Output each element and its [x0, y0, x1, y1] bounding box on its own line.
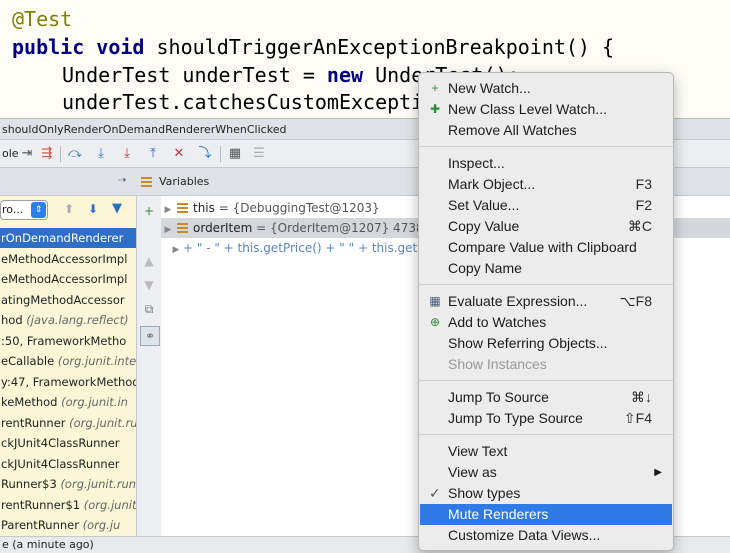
- menu-item-new-class-level-watch[interactable]: ✚ New Class Level Watch...: [420, 99, 672, 120]
- chevron-updown-icon: ⇕: [31, 202, 46, 218]
- add-watch-icon: ⊕: [429, 315, 441, 329]
- console-tab-label[interactable]: ole: [2, 147, 19, 160]
- show-execution-point-icon[interactable]: ⇶: [38, 145, 56, 163]
- evaluate-expression-icon[interactable]: ▦: [226, 145, 244, 163]
- new-watch-icon[interactable]: +: [140, 202, 158, 220]
- class-watch-icon: ✚: [429, 102, 441, 116]
- menu-item-jump-to-type-source[interactable]: Jump To Type Source ⇧F4: [420, 408, 672, 429]
- down-icon[interactable]: ▼: [140, 276, 158, 294]
- frame-row[interactable]: atingMethodAccessor: [0, 290, 136, 310]
- frame-row-selected[interactable]: rOnDemandRenderer: [0, 228, 136, 248]
- menu-item-jump-to-source[interactable]: Jump To Source ⌘↓: [420, 387, 672, 408]
- expand-triangle-icon[interactable]: ▶: [161, 220, 175, 240]
- arrow-icon[interactable]: ⇥: [18, 145, 36, 163]
- watches-toggle-icon[interactable]: ⚭: [140, 326, 160, 346]
- pin-icon[interactable]: ⇢: [118, 175, 126, 186]
- trace-icon[interactable]: ☰: [250, 145, 268, 163]
- filter-icon[interactable]: ▼: [112, 201, 122, 216]
- menu-item-add-to-watches[interactable]: ⊕ Add to Watches: [420, 312, 672, 333]
- menu-item-new-watch[interactable]: + New Watch...: [420, 78, 672, 99]
- up-icon[interactable]: ▲: [140, 252, 158, 270]
- field-icon: [177, 203, 188, 213]
- frame-row[interactable]: eMethodAccessorImpl: [0, 269, 136, 289]
- calculator-icon: ▦: [429, 294, 441, 308]
- menu-item-show-types[interactable]: ✓ Show types: [420, 483, 672, 504]
- expand-triangle-icon[interactable]: ▶: [161, 200, 175, 220]
- menu-item-show-instances: Show Instances: [448, 356, 547, 372]
- frame-row[interactable]: rentRunner$1 (org.junit: [0, 495, 136, 515]
- up-arrow-icon[interactable]: ⬆: [64, 202, 74, 216]
- menu-item-mute-renderers[interactable]: Mute Renderers: [420, 504, 672, 525]
- submenu-arrow-icon: ▶: [654, 467, 662, 478]
- frame-row[interactable]: y:47, FrameworkMethod: [0, 372, 136, 392]
- menu-item-copy-name[interactable]: Copy Name: [420, 258, 672, 279]
- code-annotation: @Test: [12, 7, 73, 31]
- variables-gutter: + ▲ ▼ ⧉ ⚭: [137, 196, 162, 536]
- run-to-cursor-icon[interactable]: ⤵: [196, 145, 214, 163]
- menu-item-view-as[interactable]: View as ▶: [420, 462, 672, 483]
- step-out-icon[interactable]: ⤒: [144, 145, 162, 163]
- frame-row[interactable]: eMethodAccessorImpl: [0, 249, 136, 269]
- context-menu: + New Watch... ✚ New Class Level Watch..…: [418, 72, 674, 551]
- variables-label: Variables: [159, 175, 210, 188]
- menu-item-remove-all-watches[interactable]: Remove All Watches: [420, 120, 672, 141]
- force-step-into-icon[interactable]: ⤓: [118, 145, 136, 163]
- drop-frame-icon[interactable]: ✕: [170, 145, 188, 163]
- menu-item-copy-value[interactable]: Copy Value ⌘C: [420, 216, 672, 237]
- menu-item-view-text[interactable]: View Text: [420, 441, 672, 462]
- frame-row[interactable]: :50, FrameworkMetho: [0, 331, 136, 351]
- frame-row[interactable]: Runner$3 (org.junit.run: [0, 474, 136, 494]
- down-arrow-icon[interactable]: ⬇: [88, 202, 98, 216]
- frame-row[interactable]: hod (java.lang.reflect): [0, 310, 136, 330]
- frame-row[interactable]: ckJUnit4ClassRunner: [0, 433, 136, 453]
- copy-icon[interactable]: ⧉: [140, 300, 158, 318]
- frames-list[interactable]: ro... ⇕ ⬆ ⬇ ▼ rOnDemandRenderer eMethodAc…: [0, 196, 137, 536]
- step-into-icon[interactable]: ⤓: [92, 145, 110, 163]
- menu-item-evaluate-expression[interactable]: ▦ Evaluate Expression... ⌥F8: [420, 291, 672, 312]
- thread-selector[interactable]: ro... ⇕: [0, 200, 48, 220]
- code-line-method-signature: public void shouldTriggerAnExceptionBrea…: [12, 35, 615, 59]
- expand-triangle-icon[interactable]: ▶: [169, 240, 183, 260]
- frame-row[interactable]: ckJUnit4ClassRunner: [0, 454, 136, 474]
- frame-row[interactable]: rentRunner (org.junit.ru: [0, 413, 136, 433]
- step-over-icon[interactable]: ⤼: [66, 145, 84, 163]
- menu-item-set-value[interactable]: Set Value... F2: [420, 195, 672, 216]
- checkmark-icon: ✓: [429, 485, 441, 501]
- field-icon: [177, 223, 188, 233]
- frame-row[interactable]: ParentRunner (org.ju: [0, 515, 136, 535]
- plus-watch-icon: +: [431, 81, 439, 95]
- frame-row[interactable]: keMethod (org.junit.in: [0, 392, 136, 412]
- menu-item-show-referring-objects[interactable]: Show Referring Objects...: [420, 333, 672, 354]
- menu-item-customize-data-views[interactable]: Customize Data Views...: [420, 525, 672, 546]
- menu-item-mark-object[interactable]: Mark Object... F3: [420, 174, 672, 195]
- menu-item-inspect[interactable]: Inspect...: [420, 153, 672, 174]
- frame-row[interactable]: eCallable (org.junit.inte: [0, 351, 136, 371]
- menu-item-compare-with-clipboard[interactable]: Compare Value with Clipboard: [420, 237, 672, 258]
- variables-icon: [141, 177, 152, 187]
